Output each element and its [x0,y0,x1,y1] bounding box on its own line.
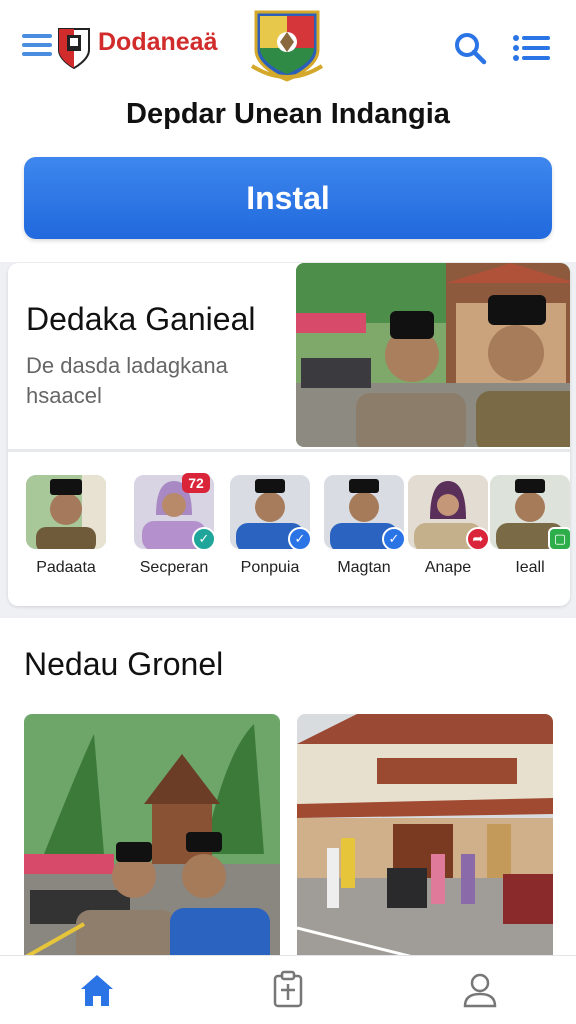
gallery-section: Nedau Gronel [0,618,576,958]
list-icon[interactable] [512,34,550,62]
person-name: Padaata [36,559,96,576]
featured-card: Dedaka Ganieal De dasda ladagkana hsaace… [8,263,570,606]
bottom-navigation [0,955,576,1024]
avatar [26,475,106,549]
profile-icon[interactable] [460,970,500,1010]
shield-logo-icon [58,28,90,70]
check-badge-icon: ✓ [382,527,406,551]
install-button[interactable]: Instal [24,157,552,239]
person-name: Ponpuia [240,559,300,576]
person-name: Secperan [139,559,209,576]
divider [8,449,570,452]
gallery-photo[interactable] [297,714,553,958]
person-name: Ieall [515,559,545,576]
page-title: Depdar Unean Indangia [126,98,450,130]
featured-title: Dedaka Ganieal [26,301,256,337]
check-badge-icon: ✓ [192,527,216,551]
gallery-photo[interactable] [24,714,280,958]
home-icon[interactable] [77,970,117,1010]
person-item[interactable]: ▢ Ieall [490,475,570,585]
people-row: Padaata 72 ✓ Secperan ✓ Ponpuia ✓ Magtan… [22,473,570,585]
crest-emblem-icon [250,10,324,82]
section-title: Nedau Gronel [24,646,224,682]
document-icon[interactable] [268,970,308,1010]
hamburger-menu-icon[interactable] [22,34,52,60]
featured-photo[interactable] [296,263,570,447]
person-item[interactable]: ➦ Anape [408,475,490,585]
person-item[interactable]: Padaata [26,475,106,585]
person-item[interactable]: ✓ Ponpuia [230,475,312,585]
check-badge-icon: ✓ [288,527,312,551]
app-header: Dodaneaä Depdar Unean Indangia [0,0,576,150]
search-icon[interactable] [452,30,488,66]
person-item[interactable]: ✓ Magtan [324,475,406,585]
share-badge-icon: ➦ [466,527,490,551]
app-badge-icon: ▢ [548,527,570,551]
brand-name: Dodaneaä [98,28,218,56]
count-badge: 72 [182,473,210,493]
featured-description: De dasda ladagkana hsaacel [26,353,228,408]
person-item[interactable]: 72 ✓ Secperan [134,473,216,585]
